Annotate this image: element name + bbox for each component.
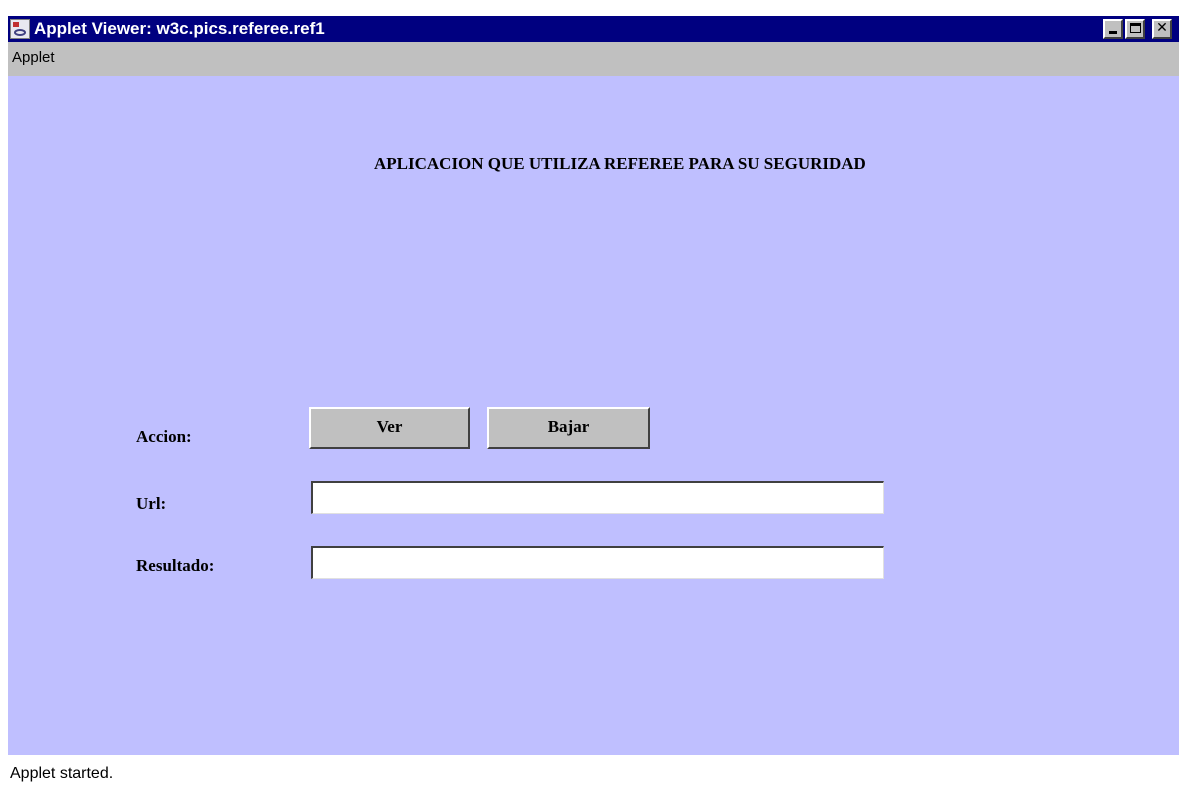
url-label: Url:: [136, 494, 167, 513]
status-bar: Applet started.: [8, 755, 1179, 792]
maximize-icon: [1130, 23, 1141, 33]
resultado-input[interactable]: [311, 546, 884, 579]
close-button[interactable]: ✕: [1152, 19, 1172, 39]
bajar-button[interactable]: Bajar: [487, 407, 650, 449]
accion-label: Accion:: [136, 427, 192, 446]
close-icon: ✕: [1156, 20, 1168, 36]
page-title: APLICACION QUE UTILIZA REFEREE PARA SU S…: [374, 154, 866, 173]
title-bar[interactable]: Applet Viewer: w3c.pics.referee.ref1 ✕: [8, 16, 1179, 42]
window-frame: [0, 0, 8, 792]
url-input[interactable]: [311, 481, 884, 514]
menu-applet[interactable]: Applet: [12, 49, 55, 66]
window-title: Applet Viewer: w3c.pics.referee.ref1: [34, 19, 325, 38]
menu-bar: Applet: [8, 42, 1179, 76]
minimize-button[interactable]: [1103, 19, 1123, 39]
applet-panel: APLICACION QUE UTILIZA REFEREE PARA SU S…: [8, 76, 1179, 755]
minimize-icon: [1109, 31, 1117, 34]
ver-button[interactable]: Ver: [309, 407, 470, 449]
status-text: Applet started.: [10, 765, 114, 782]
applet-viewer-icon[interactable]: [10, 19, 30, 39]
maximize-button[interactable]: [1125, 19, 1145, 39]
resultado-label: Resultado:: [136, 556, 215, 575]
